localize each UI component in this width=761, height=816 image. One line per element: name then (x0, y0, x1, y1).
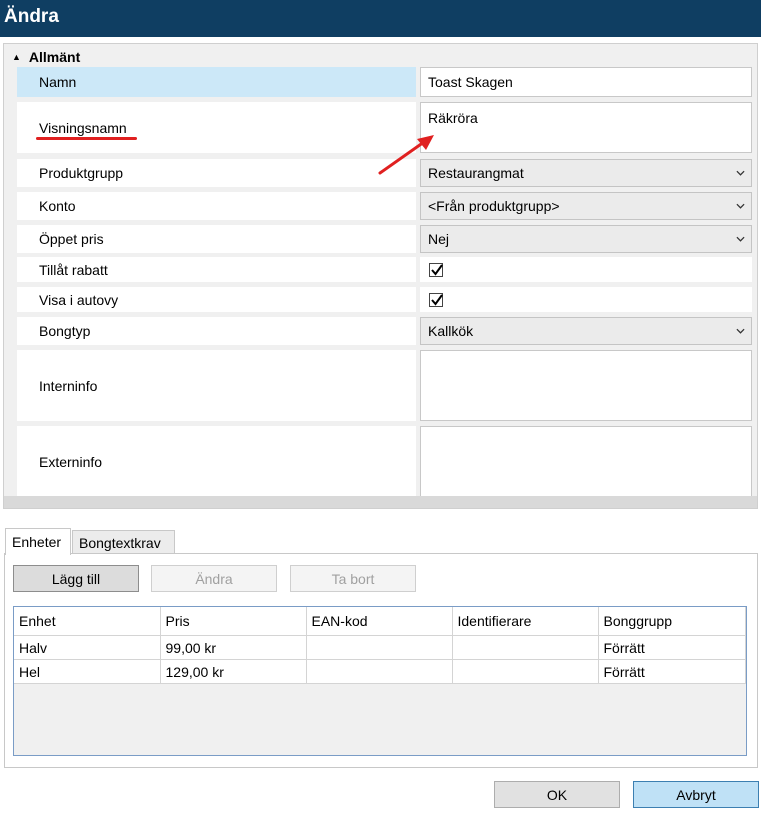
annotation-underline (36, 137, 137, 140)
units-table: Enhet Pris EAN-kod Identifierare Bonggru… (13, 606, 747, 756)
visa-i-autovy-checkbox[interactable] (429, 292, 443, 307)
table-cell: Hel (14, 659, 161, 684)
visningsnamn-input[interactable]: Räkröra (420, 102, 752, 153)
oppet-pris-value: Nej (428, 231, 450, 247)
chevron-down-icon (736, 170, 745, 176)
row-label-bongtyp: Bongtyp (17, 317, 416, 345)
title-bar: Ändra (0, 0, 761, 37)
table-row[interactable]: Hel 129,00 kr Förrätt (14, 659, 746, 684)
row-label-visningsnamn: Visningsnamn (17, 102, 416, 153)
table-row[interactable]: Halv 99,00 kr Förrätt (14, 635, 746, 660)
row-label-namn: Namn (17, 67, 416, 97)
window-title: Ändra (4, 6, 59, 27)
column-header-bonggrupp[interactable]: Bonggrupp (598, 607, 746, 636)
produktgrupp-value: Restaurangmat (428, 165, 524, 181)
column-header-identifierare[interactable]: Identifierare (452, 607, 599, 636)
chevron-down-icon (736, 203, 745, 209)
checkmark-icon (431, 263, 443, 276)
produktgrupp-select[interactable]: Restaurangmat (420, 159, 752, 187)
table-cell (306, 635, 453, 660)
row-label-visa-i-autovy: Visa i autovy (17, 287, 416, 312)
table-cell: Förrätt (598, 659, 746, 684)
table-cell (452, 659, 599, 684)
cancel-button[interactable]: Avbryt (633, 781, 759, 808)
section-title: Allmänt (28, 49, 81, 65)
konto-value: <Från produktgrupp> (428, 198, 560, 214)
bongtyp-value: Kallkök (428, 323, 474, 339)
collapse-triangle-icon[interactable]: ▲ (12, 52, 21, 62)
tab-enheter[interactable]: Enheter (5, 528, 71, 555)
bongtyp-select[interactable]: Kallkök (420, 317, 752, 345)
table-cell: 129,00 kr (160, 659, 307, 684)
delete-button[interactable]: Ta bort (290, 565, 416, 592)
add-button[interactable]: Lägg till (13, 565, 139, 592)
table-cell: 99,00 kr (160, 635, 307, 660)
checkmark-icon (431, 293, 443, 306)
section-header-allmant[interactable]: ▲ Allmänt (12, 49, 80, 65)
row-label-tillat-rabatt: Tillåt rabatt (17, 257, 416, 282)
property-grid-footer (4, 496, 757, 508)
konto-select[interactable]: <Från produktgrupp> (420, 192, 752, 220)
namn-input[interactable]: Toast Skagen (420, 67, 752, 97)
edit-button[interactable]: Ändra (151, 565, 277, 592)
table-cell: Förrätt (598, 635, 746, 660)
visa-i-autovy-cell (420, 287, 752, 312)
row-label-interninfo: Interninfo (17, 350, 416, 421)
tab-bongtextkrav[interactable]: Bongtextkrav (72, 530, 175, 554)
row-label-oppet-pris: Öppet pris (17, 225, 416, 253)
ok-button[interactable]: OK (494, 781, 620, 808)
row-label-produktgrupp: Produktgrupp (17, 159, 416, 187)
annotation-arrow-icon (378, 135, 434, 175)
table-cell (452, 635, 599, 660)
table-cell (306, 659, 453, 684)
tillat-rabatt-cell (420, 257, 752, 282)
oppet-pris-select[interactable]: Nej (420, 225, 752, 253)
interninfo-textarea[interactable] (420, 350, 752, 421)
column-header-ean-kod[interactable]: EAN-kod (306, 607, 453, 636)
column-header-pris[interactable]: Pris (160, 607, 307, 636)
externinfo-textarea[interactable] (420, 426, 752, 497)
row-label-konto: Konto (17, 192, 416, 220)
table-cell: Halv (14, 635, 161, 660)
column-header-enhet[interactable]: Enhet (14, 607, 161, 636)
chevron-down-icon (736, 236, 745, 242)
tillat-rabatt-checkbox[interactable] (429, 262, 443, 277)
property-grid: ▲ Allmänt Namn Toast Skagen Visningsnamn … (3, 43, 758, 509)
table-header-row: Enhet Pris EAN-kod Identifierare Bonggru… (14, 607, 746, 636)
row-label-externinfo: Externinfo (17, 426, 416, 497)
chevron-down-icon (736, 328, 745, 334)
